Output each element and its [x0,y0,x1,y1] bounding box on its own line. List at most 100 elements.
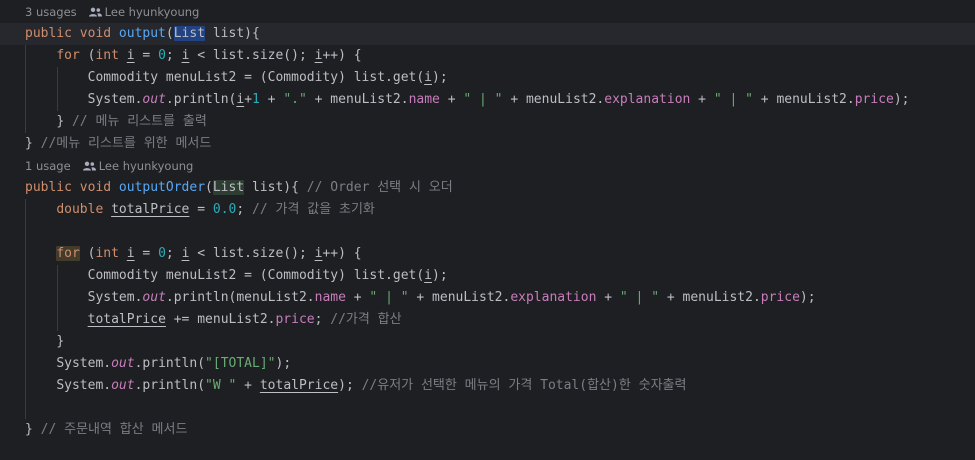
code-comment: // 주문내역 합산 메서드 [40,422,188,437]
code-token: ); [432,268,448,283]
code-token: + menuList2. [502,92,605,107]
code-comment: // 가격 값을 초기화 [252,202,375,217]
code-line[interactable]: } // 메뉴 리스트를 출력 [0,111,975,133]
indent-guide [25,243,26,265]
author-hint[interactable]: Lee hyunkyoung [82,155,193,177]
code-token: + menuList2. [306,92,409,107]
code-token: } [25,422,41,437]
code-token: + [345,290,370,305]
code-token: ); [275,356,292,371]
code-token: ( [79,48,96,63]
usages-count[interactable]: 3 usages [25,1,77,23]
usages-hint[interactable]: 1 usage Lee hyunkyoung [0,155,975,177]
code-line[interactable] [0,397,975,419]
code-line[interactable]: for (int i = 0; i < list.size(); i++) { [0,243,975,265]
code-token: name [314,290,346,305]
code-token: } [56,114,72,129]
code-token: name [408,92,440,107]
code-token: ++) { [322,48,362,63]
indent-guide [25,199,26,221]
code-line[interactable]: public void outputOrder(List list){ // O… [0,177,975,199]
code-line[interactable]: Commodity menuList2 = (Commodity) list.g… [0,265,975,287]
code-token: ( [205,180,213,195]
code-token: += menuList2. [165,312,276,327]
code-token: + [244,92,253,107]
indent-guide [25,287,26,309]
code-comment: // Order 선택 시 오더 [306,180,453,195]
code-token: totalPrice [259,378,339,393]
code-token: for [56,48,80,63]
author-name: Lee hyunkyoung [104,5,200,19]
code-token: + menuList2. [659,290,761,305]
code-comment: // 메뉴 리스트를 출력 [71,114,207,129]
code-line[interactable]: } //메뉴 리스트를 위한 메서드 [0,133,975,155]
code-token: < list.size(); [189,48,315,63]
code-token: + menuList2. [408,290,511,305]
code-token: i [126,48,135,63]
code-token: = [189,202,213,217]
code-line[interactable] [0,221,975,243]
indent-guide [25,89,26,111]
code-token: 0 [158,48,166,63]
code-token: ; [236,202,253,217]
code-token: .println(menuList2. [165,290,315,305]
code-token: System. [56,378,112,393]
code-line[interactable]: } // 주문내역 합산 메서드 [0,419,975,441]
code-token: int [95,246,119,261]
code-token: = [134,48,159,63]
author-hint[interactable]: Lee hyunkyoung [88,1,200,23]
indent-guide [57,287,58,309]
code-token: 0.0 [212,202,237,217]
code-token: ; [165,246,182,261]
people-icon [82,161,96,171]
code-token: public void [25,180,119,195]
code-token: "[TOTAL]" [205,356,276,371]
code-token: ( [79,246,96,261]
code-token: .println( [134,378,206,393]
code-token: + [596,290,620,305]
code-editor[interactable]: 3 usages Lee hyunkyoung public void outp… [0,0,975,460]
code-line[interactable]: Commodity menuList2 = (Commodity) list.g… [0,67,975,89]
indent-guide [25,45,26,67]
usages-count[interactable]: 1 usage [25,155,71,177]
code-token: Commodity menuList2 = (Commodity) list.g… [87,70,425,85]
code-token: double [56,202,112,217]
code-token: List [173,26,206,41]
code-token: + [236,378,260,393]
indent-guide [25,375,26,397]
code-token: "W " [205,378,237,393]
indent-guide [25,265,26,287]
code-line[interactable]: System.out.println(menuList2.name + " | … [0,287,975,309]
code-token: } [25,136,41,151]
code-line[interactable]: double totalPrice = 0.0; // 가격 값을 초기화 [0,199,975,221]
code-line[interactable]: System.out.println("[TOTAL]"); [0,353,975,375]
code-token: + [439,92,464,107]
code-token: " | " [619,290,660,305]
code-line[interactable]: for (int i = 0; i < list.size(); i++) { [0,45,975,67]
people-icon [88,7,102,17]
code-line[interactable]: System.out.println(i+1 + "." + menuList2… [0,89,975,111]
code-token: public void [25,26,119,41]
code-token: ++) { [322,246,362,261]
code-line[interactable]: public void output(List list){ [0,23,975,45]
code-token: } [56,334,65,349]
indent-guide [25,353,26,375]
usages-hint[interactable]: 3 usages Lee hyunkyoung [0,1,975,23]
indent-guide [25,331,26,353]
code-comment: //가격 합산 [330,312,402,327]
code-token: price [760,290,800,305]
code-token: + [690,92,714,107]
code-token: "." [283,92,307,107]
code-token: int [95,48,119,63]
indent-guide [57,265,58,287]
code-line[interactable]: totalPrice += menuList2.price; //가격 합산 [0,309,975,331]
indent-guide [57,67,58,89]
code-line[interactable]: System.out.println("W " + totalPrice); /… [0,375,975,397]
code-line[interactable]: } [0,331,975,353]
code-token: list){ [244,180,307,195]
code-token: ); [893,92,910,107]
code-token: explanation [604,92,691,107]
indent-guide [25,67,26,89]
